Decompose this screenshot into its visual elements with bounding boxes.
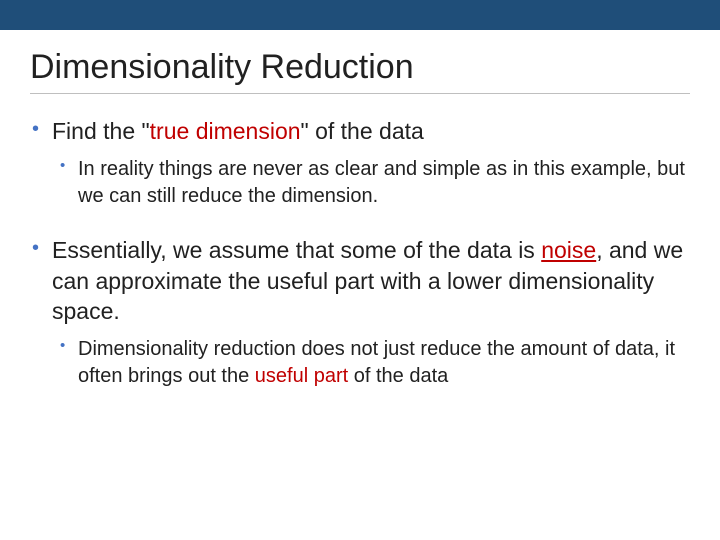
bullet-1-sublist: In reality things are never as clear and… [52, 156, 690, 209]
top-accent-bar [0, 0, 720, 30]
bullet-1-sub: In reality things are never as clear and… [78, 156, 690, 209]
bullet-2-noise: noise [541, 237, 596, 263]
bullet-1: Find the "true dimension" of the data In… [52, 116, 690, 209]
bullet-2-sub-hl: useful part [255, 365, 348, 387]
bullet-list-level1: Find the "true dimension" of the data In… [30, 116, 690, 389]
bullet-2-sub: Dimensionality reduction does not just r… [78, 336, 690, 389]
bullet-1-highlight: true dimension [150, 118, 301, 144]
bullet-2-sublist: Dimensionality reduction does not just r… [52, 336, 690, 389]
bullet-1-text-post: " of the data [301, 118, 424, 144]
slide-title: Dimensionality Reduction [30, 48, 690, 94]
bullet-2: Essentially, we assume that some of the … [52, 235, 690, 389]
bullet-2-sub-post: of the data [348, 365, 448, 387]
bullet-2-text-pre: Essentially, we assume that some of the … [52, 237, 541, 263]
slide-content: Dimensionality Reduction Find the "true … [0, 30, 720, 389]
bullet-1-text-pre: Find the " [52, 118, 150, 144]
